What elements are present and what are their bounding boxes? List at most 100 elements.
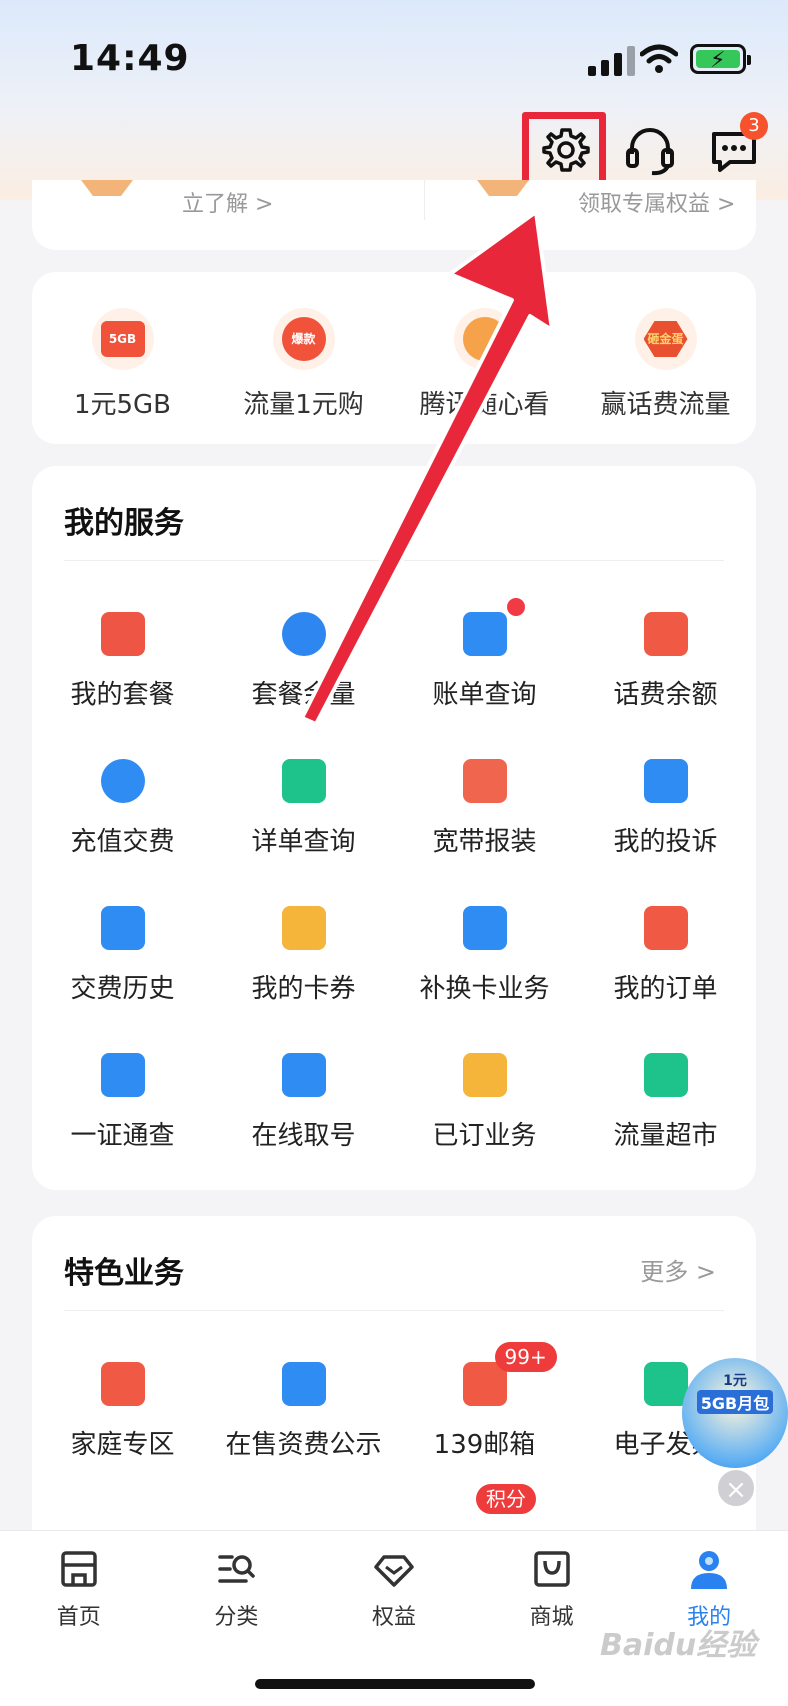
notice-icon [278, 1358, 330, 1410]
pie-chart-icon [278, 608, 330, 660]
services-item[interactable]: 话费余额 [575, 586, 756, 733]
points-badge-label: 积分 [476, 1484, 536, 1514]
services-label: 在线取号 [251, 1121, 356, 1151]
divider [64, 560, 724, 561]
services-label: 我的套餐 [70, 680, 175, 710]
tab-home[interactable]: 首页 [0, 1531, 158, 1651]
wifi-icon [639, 44, 679, 78]
services-item[interactable]: 详单查询 [213, 733, 394, 880]
services-item[interactable]: 账单查询 [394, 586, 575, 733]
close-icon[interactable]: × [716, 1468, 756, 1508]
previous-card-left-link[interactable]: 立了解 > [182, 186, 273, 218]
tab-category[interactable]: 分类 [158, 1531, 316, 1651]
notification-dot [506, 598, 525, 616]
services-label: 交费历史 [70, 974, 175, 1004]
services-label: 账单查询 [432, 680, 537, 710]
customer-service-button[interactable] [610, 110, 690, 190]
features-item[interactable]: 在售资费公示 [213, 1336, 394, 1483]
sim-icon [459, 902, 511, 954]
features-label: 139邮箱 [433, 1430, 536, 1460]
promo-hexagon-icon [72, 180, 142, 196]
services-label: 我的订单 [613, 974, 718, 1004]
promo-label: 腾讯随心看 [419, 390, 550, 420]
mail-icon: 99+ [459, 1342, 557, 1410]
promo-item-tencent[interactable]: 腾讯随心看 [394, 272, 575, 444]
battery-icon: ⚡ [690, 44, 751, 74]
bottom-tab-bar: 首页 分类 权益 商城 我的 [0, 1530, 788, 1706]
features-label: 家庭专区 [70, 1430, 175, 1460]
services-item[interactable]: 我的套餐 [32, 586, 213, 733]
video-label [462, 317, 507, 361]
services-label: 充值交费 [70, 827, 175, 857]
previous-card: 立了解 > 领取专属权益 > [32, 180, 756, 250]
services-item[interactable]: 已订业务 [394, 1027, 575, 1174]
promo-label: 1元5GB [73, 390, 172, 420]
home-indicator [255, 1679, 535, 1689]
previous-card-right-link[interactable]: 领取专属权益 > [578, 186, 735, 218]
golden-egg-icon: 砸金蛋 [634, 308, 697, 370]
services-item[interactable]: 交费历史 [32, 880, 213, 1027]
more-link[interactable]: 更多 > [640, 1252, 716, 1287]
services-label: 已订业务 [432, 1121, 537, 1151]
services-item[interactable]: 充值交费 [32, 733, 213, 880]
services-item[interactable]: 我的订单 [575, 880, 756, 1027]
services-label: 详单查询 [251, 827, 356, 857]
section-title: 特色业务 [64, 1256, 184, 1291]
count-badge: 99+ [494, 1342, 557, 1372]
services-item[interactable]: 在线取号 [213, 1027, 394, 1174]
services-item[interactable]: 我的卡券 [213, 880, 394, 1027]
divider [424, 180, 425, 220]
store-icon [278, 1049, 330, 1101]
features-item[interactable]: 99+ 139邮箱 [394, 1336, 575, 1483]
status-time: 14:49 [70, 38, 190, 79]
tab-label: 分类 [214, 1605, 259, 1630]
services-label: 一证通查 [70, 1121, 175, 1151]
category-search-icon [214, 1547, 258, 1591]
promo-item-flow[interactable]: 爆款 流量1元购 [213, 272, 394, 444]
services-item[interactable]: 套餐余量 [213, 586, 394, 733]
services-item[interactable]: 宽带报装 [394, 733, 575, 880]
services-item[interactable]: 一证通查 [32, 1027, 213, 1174]
services-label: 流量超市 [613, 1121, 718, 1151]
gift-box-icon: 5GB [91, 308, 154, 370]
promo-item-egg[interactable]: 砸金蛋 赢话费流量 [575, 272, 756, 444]
list-icon [278, 755, 330, 807]
money-bag-label: 爆款 [281, 317, 326, 361]
promo-row: 5GB 1元5GB 爆款 流量1元购 腾讯随心看 砸金蛋 赢话费流量 [32, 272, 756, 444]
headset-icon [626, 128, 674, 176]
floating-promo[interactable]: 1元 5GB月包 [682, 1358, 788, 1468]
services-item[interactable]: 我的投诉 [575, 733, 756, 880]
services-item[interactable]: 流量超市 [575, 1027, 756, 1174]
home-icon [57, 1547, 101, 1591]
order-icon [640, 902, 692, 954]
promo-item-5gb[interactable]: 5GB 1元5GB [32, 272, 213, 444]
video-icon [453, 308, 516, 370]
tab-label: 权益 [371, 1605, 416, 1630]
section-title: 我的服务 [64, 506, 184, 541]
tab-label: 首页 [56, 1605, 101, 1630]
recharge-icon [97, 755, 149, 807]
history-icon [97, 902, 149, 954]
bag-icon [97, 608, 149, 660]
heart-icon [459, 755, 511, 807]
status-bar: 14:49 ⚡ [0, 0, 788, 120]
floater-line2: 5GB月包 [696, 1390, 774, 1414]
messages-button[interactable]: 3 [694, 110, 774, 190]
tab-label: 商城 [529, 1605, 574, 1630]
phone-icon [640, 755, 692, 807]
features-item[interactable]: 家庭专区 [32, 1336, 213, 1483]
tab-benefits[interactable]: 权益 [315, 1531, 473, 1651]
gift-box-label: 5GB [100, 321, 145, 357]
shopping-bag-icon [530, 1547, 574, 1591]
bill-icon [459, 598, 525, 660]
services-label: 我的卡券 [251, 974, 356, 1004]
services-item[interactable]: 补换卡业务 [394, 880, 575, 1027]
services-label: 我的投诉 [613, 827, 718, 857]
message-count-badge: 3 [740, 112, 768, 140]
cellular-signal-icon [588, 44, 635, 76]
promo-label: 赢话费流量 [600, 390, 731, 420]
golden-egg-label: 砸金蛋 [643, 321, 688, 357]
features-label: 在售资费公示 [225, 1430, 382, 1460]
divider [64, 1310, 724, 1311]
promo-label: 流量1元购 [243, 390, 364, 420]
